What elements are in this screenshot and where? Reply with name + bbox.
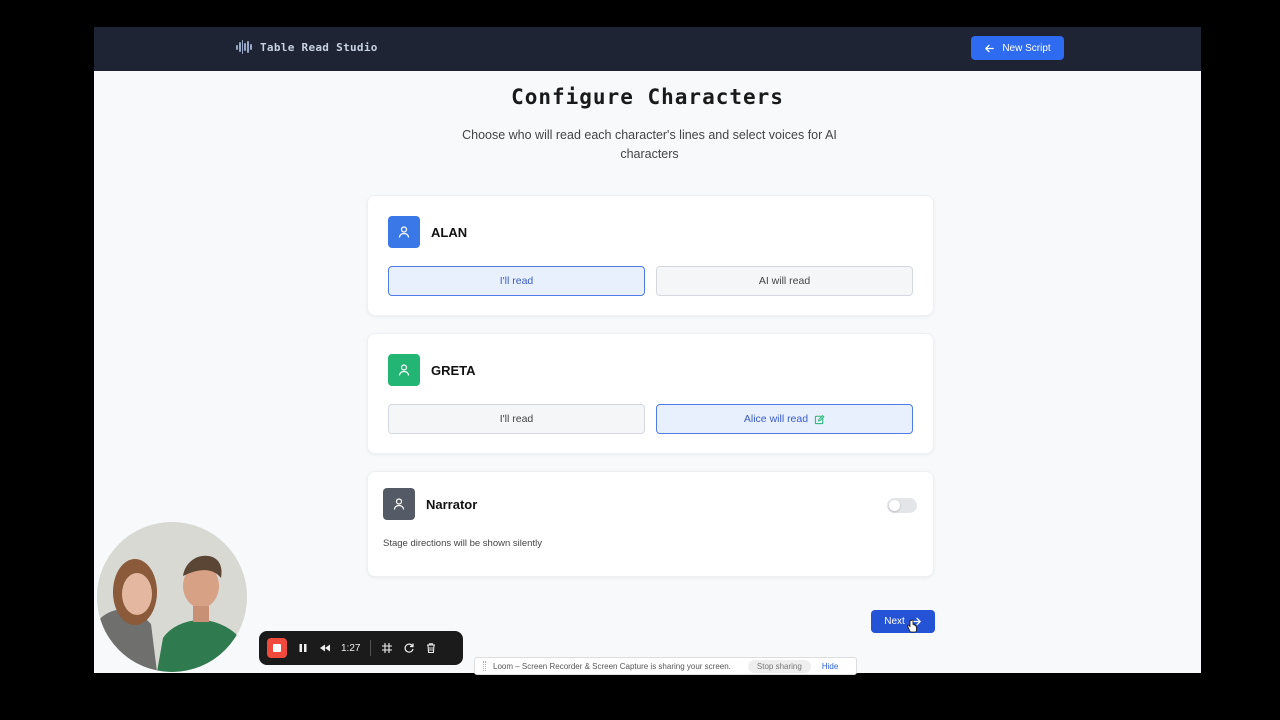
webcam-video: [97, 522, 247, 672]
character-header: GRETA: [388, 354, 476, 386]
character-card-greta: GRETA I'll read Alice will read: [367, 333, 934, 454]
narrator-name: Narrator: [426, 496, 478, 512]
soundwave-icon: [236, 40, 252, 54]
character-name: ALAN: [431, 224, 468, 240]
character-card-alan: ALAN I'll read AI will read: [367, 195, 934, 316]
app-window: Table Read Studio New Script Configure C…: [94, 27, 1201, 673]
narrator-voice-toggle[interactable]: [887, 498, 917, 513]
next-label: Next: [884, 616, 905, 627]
rewind-icon[interactable]: [319, 642, 331, 654]
option-label: AI will read: [758, 275, 811, 287]
character-name: GRETA: [431, 362, 476, 378]
option-label: I'll read: [499, 413, 534, 425]
option-label: Alice will read: [743, 413, 809, 425]
recording-time: 1:27: [341, 642, 361, 654]
new-script-button[interactable]: New Script: [971, 36, 1064, 60]
stop-icon: [273, 644, 281, 652]
greta-option-self-read[interactable]: I'll read: [388, 404, 645, 434]
grid-icon[interactable]: [381, 642, 393, 654]
arrow-left-icon: [985, 44, 995, 52]
character-avatar: [388, 354, 420, 386]
divider: [370, 640, 372, 656]
pause-icon[interactable]: [297, 642, 309, 654]
drag-handle[interactable]: [483, 661, 486, 671]
recording-controls: 1:27: [259, 631, 463, 665]
page-title: Configure Characters: [511, 85, 784, 109]
page-subtitle: Choose who will read each character's li…: [462, 128, 837, 161]
toggle-knob: [889, 500, 900, 511]
narrator-card: Narrator Stage directions will be shown …: [367, 471, 934, 577]
stop-recording-button[interactable]: [267, 638, 287, 658]
user-icon: [398, 364, 410, 376]
hand-pointer-icon: [907, 619, 917, 633]
new-script-label: New Script: [1002, 42, 1051, 54]
share-message: Loom – Screen Recorder & Screen Capture …: [493, 661, 731, 671]
trash-icon[interactable]: [425, 642, 437, 654]
stop-sharing-button[interactable]: Stop sharing: [747, 659, 811, 673]
user-icon: [393, 498, 405, 510]
user-icon: [398, 226, 410, 238]
alan-option-ai-read[interactable]: AI will read: [656, 266, 913, 296]
narrator-header: Narrator: [383, 488, 477, 520]
option-label: I'll read: [499, 275, 534, 287]
screen-share-notice: Loom – Screen Recorder & Screen Capture …: [474, 657, 857, 675]
app-name: Table Read Studio: [260, 40, 378, 54]
next-button[interactable]: Next: [871, 610, 935, 633]
narrator-avatar: [383, 488, 415, 520]
edit-icon[interactable]: [814, 414, 825, 425]
top-navigation-bar: Table Read Studio New Script: [94, 27, 1201, 71]
hide-link[interactable]: Hide: [822, 662, 838, 671]
character-header: ALAN: [388, 216, 467, 248]
greta-option-alice-read[interactable]: Alice will read: [656, 404, 913, 434]
app-logo[interactable]: Table Read Studio: [236, 40, 378, 54]
alan-option-self-read[interactable]: I'll read: [388, 266, 645, 296]
narrator-description: Stage directions will be shown silently: [383, 538, 542, 549]
restart-icon[interactable]: [403, 642, 415, 654]
webcam-bubble[interactable]: [97, 522, 247, 672]
character-avatar: [388, 216, 420, 248]
